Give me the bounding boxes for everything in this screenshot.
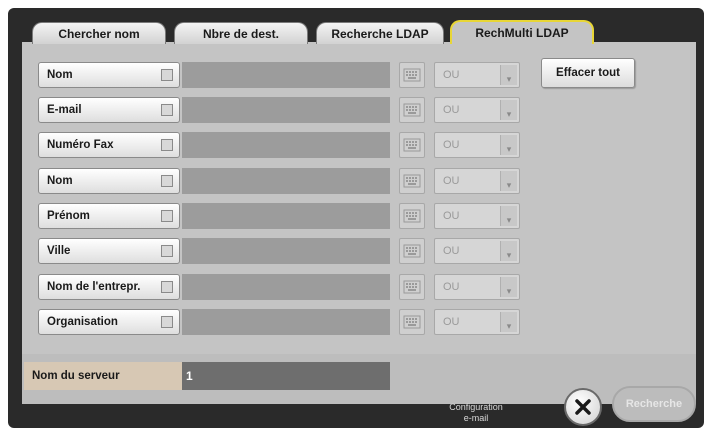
operator-value: OU xyxy=(443,69,460,81)
criterion-button[interactable]: Nom xyxy=(38,168,180,194)
keyboard-button[interactable] xyxy=(399,62,425,88)
keyboard-icon xyxy=(403,315,421,329)
operator-select[interactable]: OU ▾ xyxy=(434,274,520,300)
close-icon xyxy=(575,399,591,415)
operator-value: OU xyxy=(443,210,460,222)
keyboard-button[interactable] xyxy=(399,168,425,194)
tab-recherche-ldap[interactable]: Recherche LDAP xyxy=(316,22,444,44)
dropdown-arrow-icon: ▾ xyxy=(500,241,517,261)
criterion-label: Organisation xyxy=(47,316,118,328)
operator-select[interactable]: OU ▾ xyxy=(434,132,520,158)
keyboard-button[interactable] xyxy=(399,309,425,335)
criterion-value-field[interactable] xyxy=(182,97,390,123)
hidden-function-label: Configuration e-mail xyxy=(434,402,518,424)
criterion-label: E-mail xyxy=(47,104,82,116)
operator-value: OU xyxy=(443,104,460,116)
criterion-value-field[interactable] xyxy=(182,62,390,88)
criterion-value-field[interactable] xyxy=(182,203,390,229)
criterion-checkbox[interactable] xyxy=(161,210,173,222)
criterion-value-field[interactable] xyxy=(182,309,390,335)
operator-select[interactable]: OU ▾ xyxy=(434,309,520,335)
criterion-button[interactable]: Prénom xyxy=(38,203,180,229)
criterion-label: Nom xyxy=(47,175,73,187)
keyboard-icon xyxy=(403,103,421,117)
keyboard-button[interactable] xyxy=(399,203,425,229)
criterion-value-field[interactable] xyxy=(182,274,390,300)
close-button[interactable] xyxy=(564,388,602,426)
criterion-button[interactable]: Numéro Fax xyxy=(38,132,180,158)
operator-value: OU xyxy=(443,245,460,257)
criterion-button[interactable]: E-mail xyxy=(38,97,180,123)
keyboard-icon xyxy=(403,244,421,258)
dropdown-arrow-icon: ▾ xyxy=(500,100,517,120)
criterion-label: Ville xyxy=(47,245,71,257)
operator-value: OU xyxy=(443,139,460,151)
keyboard-button[interactable] xyxy=(399,97,425,123)
keyboard-icon xyxy=(403,280,421,294)
criterion-checkbox[interactable] xyxy=(161,175,173,187)
dropdown-arrow-icon: ▾ xyxy=(500,65,517,85)
criterion-checkbox[interactable] xyxy=(161,281,173,293)
criterion-label: Nom de l'entrepr. xyxy=(47,281,141,293)
search-button[interactable]: Recherche xyxy=(612,386,696,422)
server-name-field[interactable]: 1 xyxy=(182,362,390,390)
criterion-label: Prénom xyxy=(47,210,90,222)
dropdown-arrow-icon: ▾ xyxy=(500,312,517,332)
tab-rechmulti-ldap[interactable]: RechMulti LDAP xyxy=(450,20,594,44)
operator-value: OU xyxy=(443,281,460,293)
criterion-label: Nom xyxy=(47,69,73,81)
criterion-checkbox[interactable] xyxy=(161,104,173,116)
criterion-button[interactable]: Nom xyxy=(38,62,180,88)
operator-value: OU xyxy=(443,316,460,328)
keyboard-icon xyxy=(403,138,421,152)
criterion-value-field[interactable] xyxy=(182,238,390,264)
criterion-checkbox[interactable] xyxy=(161,69,173,81)
criterion-button[interactable]: Organisation xyxy=(38,309,180,335)
clear-all-button[interactable]: Effacer tout xyxy=(541,58,635,88)
operator-select[interactable]: OU ▾ xyxy=(434,62,520,88)
hidden-function-label-top: Configuration xyxy=(449,402,503,412)
criterion-checkbox[interactable] xyxy=(161,245,173,257)
dropdown-arrow-icon: ▾ xyxy=(500,206,517,226)
operator-select[interactable]: OU ▾ xyxy=(434,238,520,264)
criterion-checkbox[interactable] xyxy=(161,316,173,328)
criterion-button[interactable]: Nom de l'entrepr. xyxy=(38,274,180,300)
operator-select[interactable]: OU ▾ xyxy=(434,97,520,123)
keyboard-button[interactable] xyxy=(399,238,425,264)
tab-chercher-nom[interactable]: Chercher nom xyxy=(32,22,166,44)
keyboard-icon xyxy=(403,174,421,188)
keyboard-button[interactable] xyxy=(399,274,425,300)
criterion-label: Numéro Fax xyxy=(47,139,114,151)
keyboard-button[interactable] xyxy=(399,132,425,158)
criterion-value-field[interactable] xyxy=(182,168,390,194)
criterion-checkbox[interactable] xyxy=(161,139,173,151)
criterion-button[interactable]: Ville xyxy=(38,238,180,264)
dropdown-arrow-icon: ▾ xyxy=(500,135,517,155)
keyboard-icon xyxy=(403,68,421,82)
operator-value: OU xyxy=(443,175,460,187)
keyboard-icon xyxy=(403,209,421,223)
criterion-value-field[interactable] xyxy=(182,132,390,158)
server-name-label: Nom du serveur xyxy=(24,362,182,390)
dropdown-arrow-icon: ▾ xyxy=(500,171,517,191)
ldap-multi-search-panel xyxy=(22,42,696,354)
operator-select[interactable]: OU ▾ xyxy=(434,168,520,194)
tab-nbre-de-dest[interactable]: Nbre de dest. xyxy=(174,22,308,44)
hidden-function-label-bottom: e-mail xyxy=(463,413,489,423)
dropdown-arrow-icon: ▾ xyxy=(500,277,517,297)
operator-select[interactable]: OU ▾ xyxy=(434,203,520,229)
